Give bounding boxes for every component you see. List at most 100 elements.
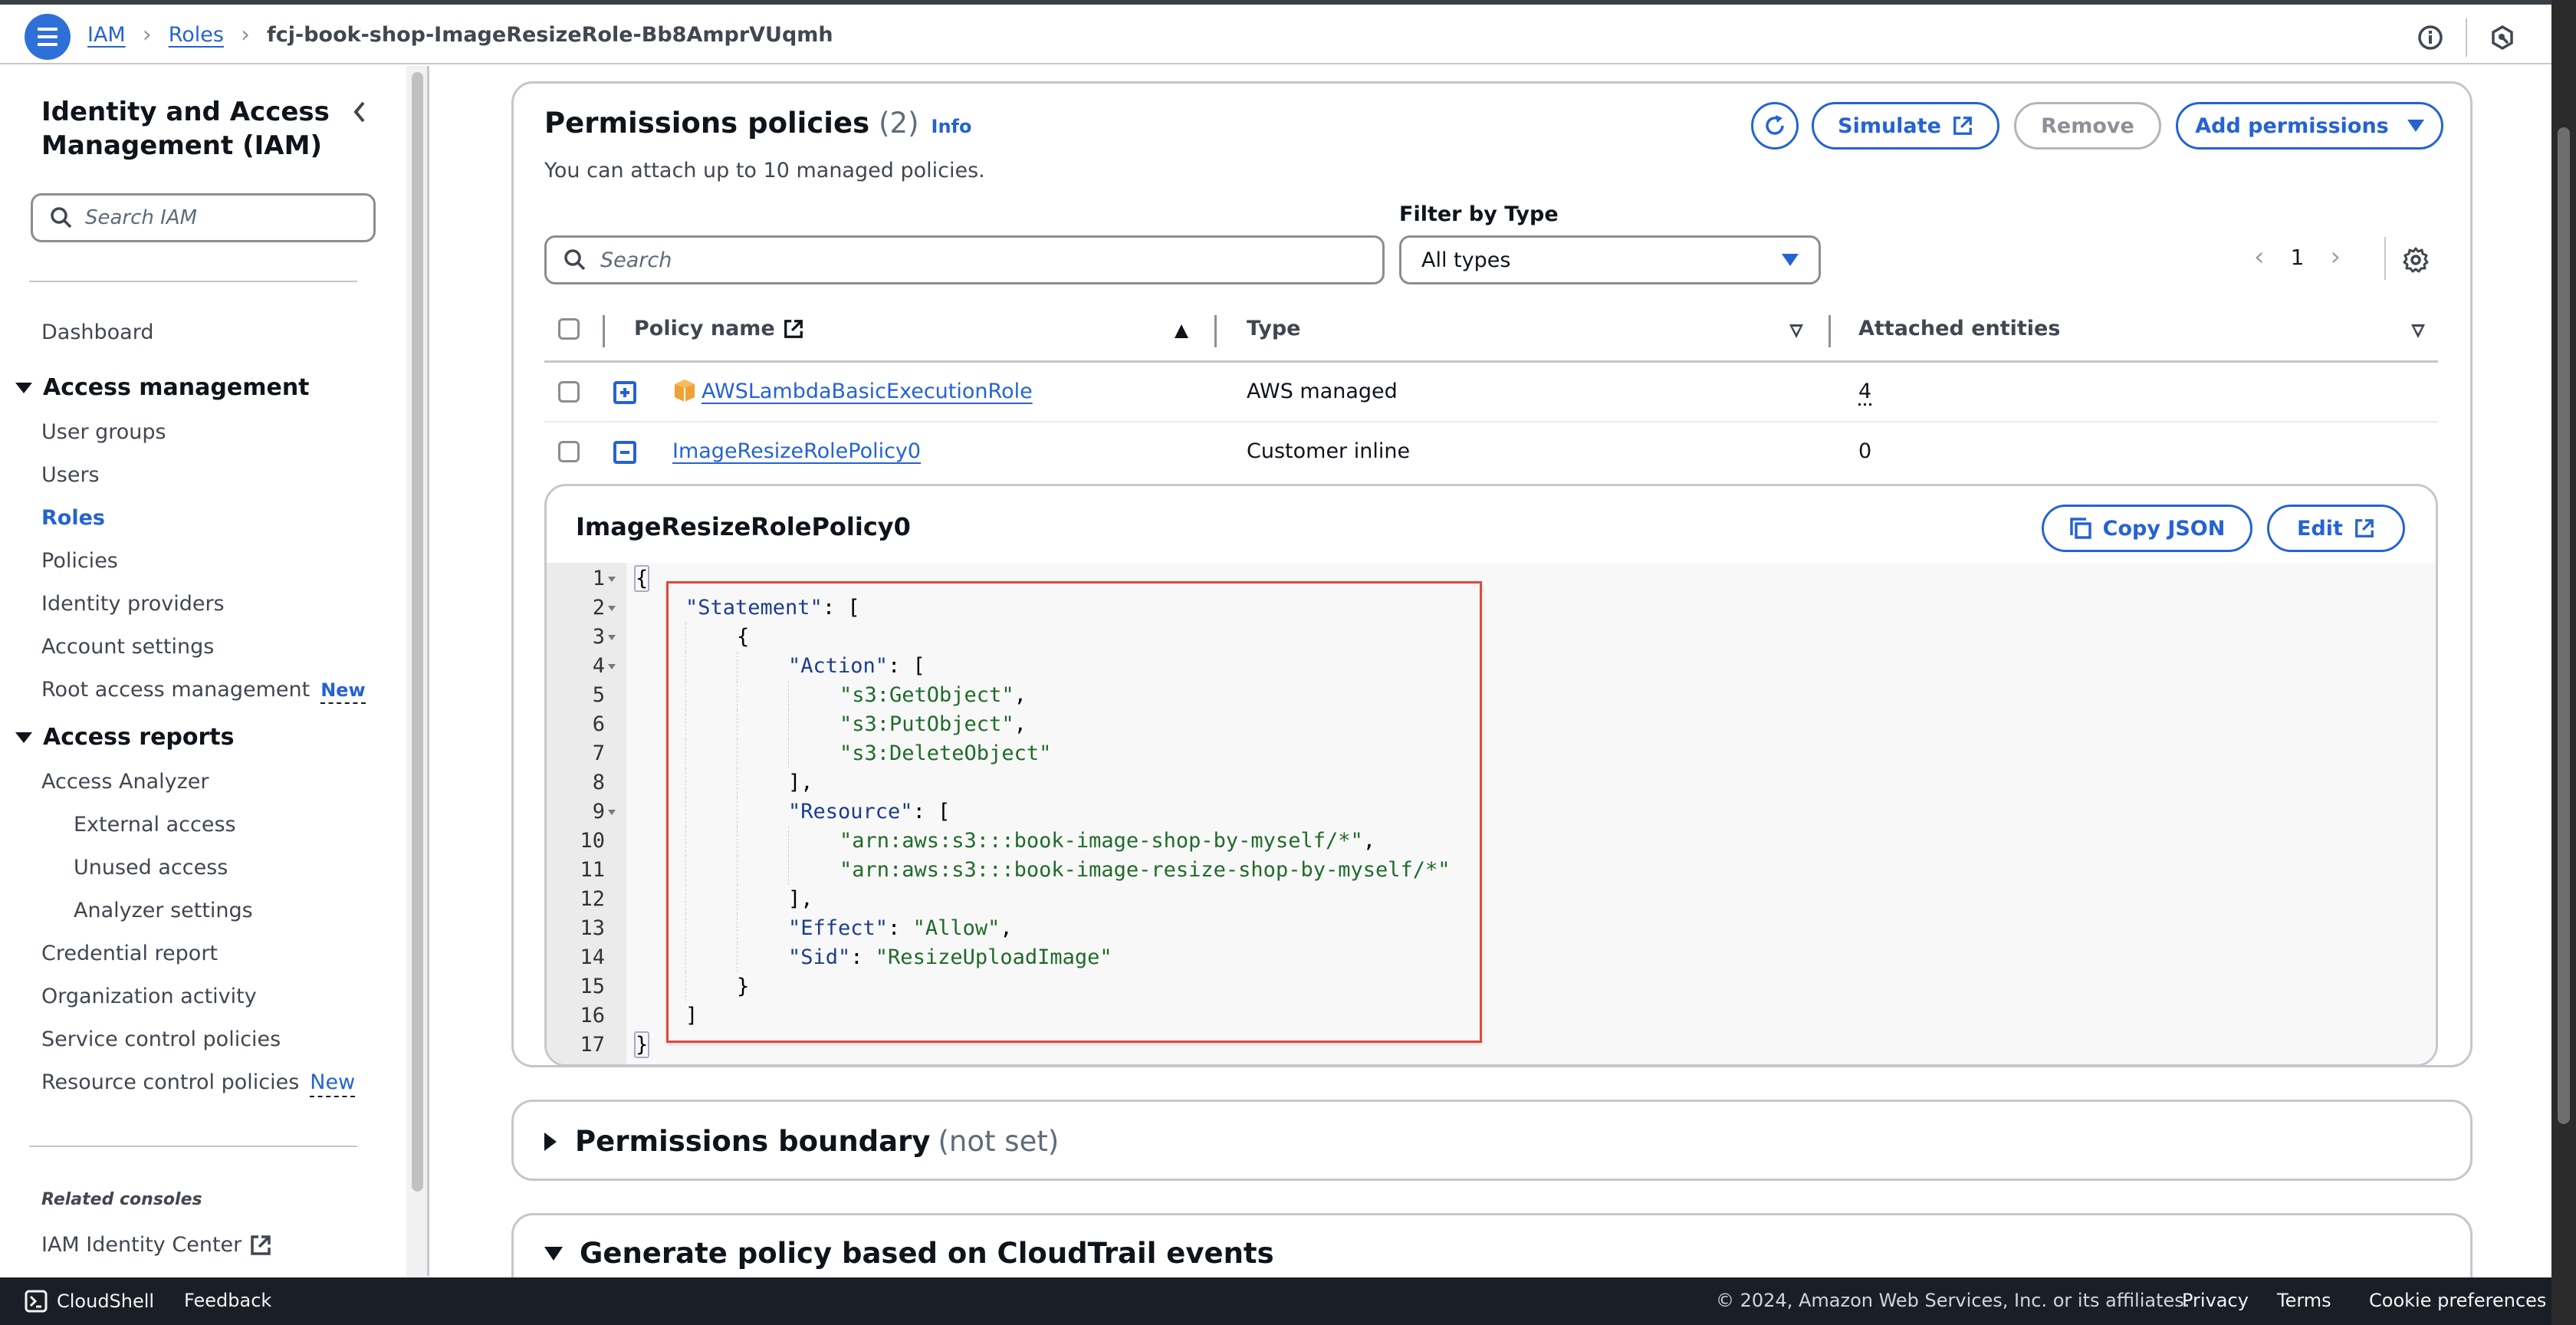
column-header-attached-entities[interactable]: Attached entities [1858,317,2060,340]
sidebar-item-resource-control-policies[interactable]: Resource control policies New [41,1070,356,1097]
terms-link[interactable]: Terms [2277,1290,2331,1311]
sort-icon[interactable] [1789,324,1803,338]
feedback-link[interactable]: Feedback [184,1290,271,1311]
fold-toggle-icon[interactable] [608,577,616,582]
json-code-editor[interactable]: 1{2 "Statement": [3{4 "Action": [5 "s3:GetO… [547,563,2436,1064]
code-text: "Effect": "Allow", [788,914,1013,943]
cloudshell-button[interactable]: CloudShell [25,1290,154,1313]
button-label: Add permissions [2195,113,2389,138]
current-page[interactable]: 1 [2291,245,2305,270]
info-icon[interactable] [2412,19,2449,56]
generate-policy-toggle[interactable]: Generate policy based on CloudTrail even… [544,1237,1274,1270]
copy-json-button[interactable]: Copy JSON [2042,505,2252,552]
code-line: 2 "Statement": [ [547,593,2436,623]
info-link[interactable]: Info [932,116,972,137]
sidebar-search-input[interactable] [85,206,361,229]
policy-count: (2) [879,107,919,140]
sort-icon[interactable] [2411,324,2425,338]
sidebar-item-policies[interactable]: Policies [41,549,118,573]
sidebar-item-analyzer-settings[interactable]: Analyzer settings [74,899,253,922]
caret-right-icon [544,1132,557,1151]
sidebar-item-user-groups[interactable]: User groups [41,420,166,444]
sidebar-item-account-settings[interactable]: Account settings [41,635,214,659]
page-scrollbar-thumb[interactable] [2558,127,2570,1124]
breadcrumb-iam[interactable]: IAM [87,23,126,47]
expand-row-button[interactable] [613,381,636,404]
panel-heading: Generate policy based on CloudTrail even… [580,1237,1274,1270]
policy-link[interactable]: ImageResizeRolePolicy0 [672,439,921,463]
caret-down-icon [15,382,32,393]
simulate-button[interactable]: Simulate [1812,102,1999,150]
code-text: "s3:GetObject", [840,681,1027,710]
sidebar-section-access-reports[interactable]: Access reports [15,724,235,751]
next-page-button[interactable]: › [2330,242,2341,272]
column-header-type[interactable]: Type [1247,317,1300,340]
line-number: 15 [580,975,605,998]
edit-policy-button[interactable]: Edit [2267,505,2405,552]
sidebar-item-identity-providers[interactable]: Identity providers [41,592,225,616]
code-line: 12], [547,885,2436,914]
filter-by-type-select[interactable]: All types [1399,235,1821,284]
fold-toggle-icon[interactable] [608,635,616,640]
indent-guide [737,652,738,681]
sidebar-item-users[interactable]: Users [41,463,100,487]
sidebar-item-credential-report[interactable]: Credential report [41,942,218,965]
column-header-policy-name[interactable]: Policy name [634,317,804,340]
breadcrumb: IAM › Roles › fcj-book-shop-ImageResizeR… [87,21,833,48]
refresh-button[interactable] [1751,102,1799,150]
related-consoles-heading: Related consoles [41,1190,202,1209]
policy-search[interactable] [544,235,1385,284]
section-label: Access management [43,374,310,401]
sidebar-item-roles[interactable]: Roles [41,506,105,530]
indent-guide [737,914,738,943]
code-text: { [634,564,650,593]
collapse-row-button[interactable] [613,441,636,464]
code-text: } [737,972,749,1001]
code-text: "Action": [ [788,652,925,681]
settings-hexagon-icon[interactable] [2484,19,2521,56]
sidebar-search[interactable] [31,193,376,242]
sidebar-section-access-management[interactable]: Access management [15,374,310,401]
permissions-boundary-toggle[interactable]: Permissions boundary (not set) [544,1125,1059,1158]
policy-link[interactable]: AWSLambdaBasicExecutionRole [702,380,1033,403]
json-punctuation: : [ [822,596,860,620]
sidebar-scrollbar-thumb[interactable] [412,72,423,1192]
select-all-checkbox[interactable] [558,318,580,340]
json-key: "Effect" [788,916,889,940]
menu-button[interactable] [25,14,71,60]
sidebar-scrollbar[interactable] [406,66,429,1276]
row-checkbox[interactable] [558,381,580,403]
cookie-preferences-link[interactable]: Cookie preferences [2369,1290,2546,1311]
fold-toggle-icon[interactable] [608,664,616,669]
filter-by-type-label: Filter by Type [1399,202,1559,226]
previous-page-button[interactable]: ‹ [2254,242,2265,272]
sidebar-item-iam-identity-center[interactable]: IAM Identity Center [41,1233,272,1257]
add-permissions-button[interactable]: Add permissions [2176,102,2443,150]
row-checkbox[interactable] [558,441,580,462]
json-punctuation: } [737,975,750,998]
sidebar-item-unused-access[interactable]: Unused access [74,856,228,879]
fold-toggle-icon[interactable] [608,606,616,611]
indent-guide [788,827,789,856]
new-badge: New [320,679,366,704]
sidebar-item-service-control-policies[interactable]: Service control policies [41,1027,281,1051]
sidebar-item-organization-activity[interactable]: Organization activity [41,985,257,1008]
page-scrollbar[interactable] [2551,0,2576,1325]
sort-ascending-icon[interactable] [1175,324,1188,338]
privacy-link[interactable]: Privacy [2182,1290,2249,1311]
json-punctuation: ], [788,887,813,911]
sidebar-item-dashboard[interactable]: Dashboard [41,321,153,344]
json-punctuation: , [1362,829,1375,853]
heading-text: Permissions policies [544,107,870,140]
table-settings-button[interactable] [2402,246,2433,277]
breadcrumb-roles[interactable]: Roles [169,23,224,47]
policy-search-input[interactable] [600,248,1367,272]
sidebar-item-root-access-management[interactable]: Root access management New [41,678,366,704]
attached-entities-count[interactable]: 4 [1858,380,1872,406]
collapse-sidebar-button[interactable] [345,97,376,127]
fold-toggle-icon[interactable] [608,810,616,815]
sidebar-item-access-analyzer[interactable]: Access Analyzer [41,770,209,794]
sidebar-item-external-access[interactable]: External access [74,813,236,837]
remove-button[interactable]: Remove [2014,102,2161,150]
json-string: "ResizeUploadImage" [875,945,1112,969]
